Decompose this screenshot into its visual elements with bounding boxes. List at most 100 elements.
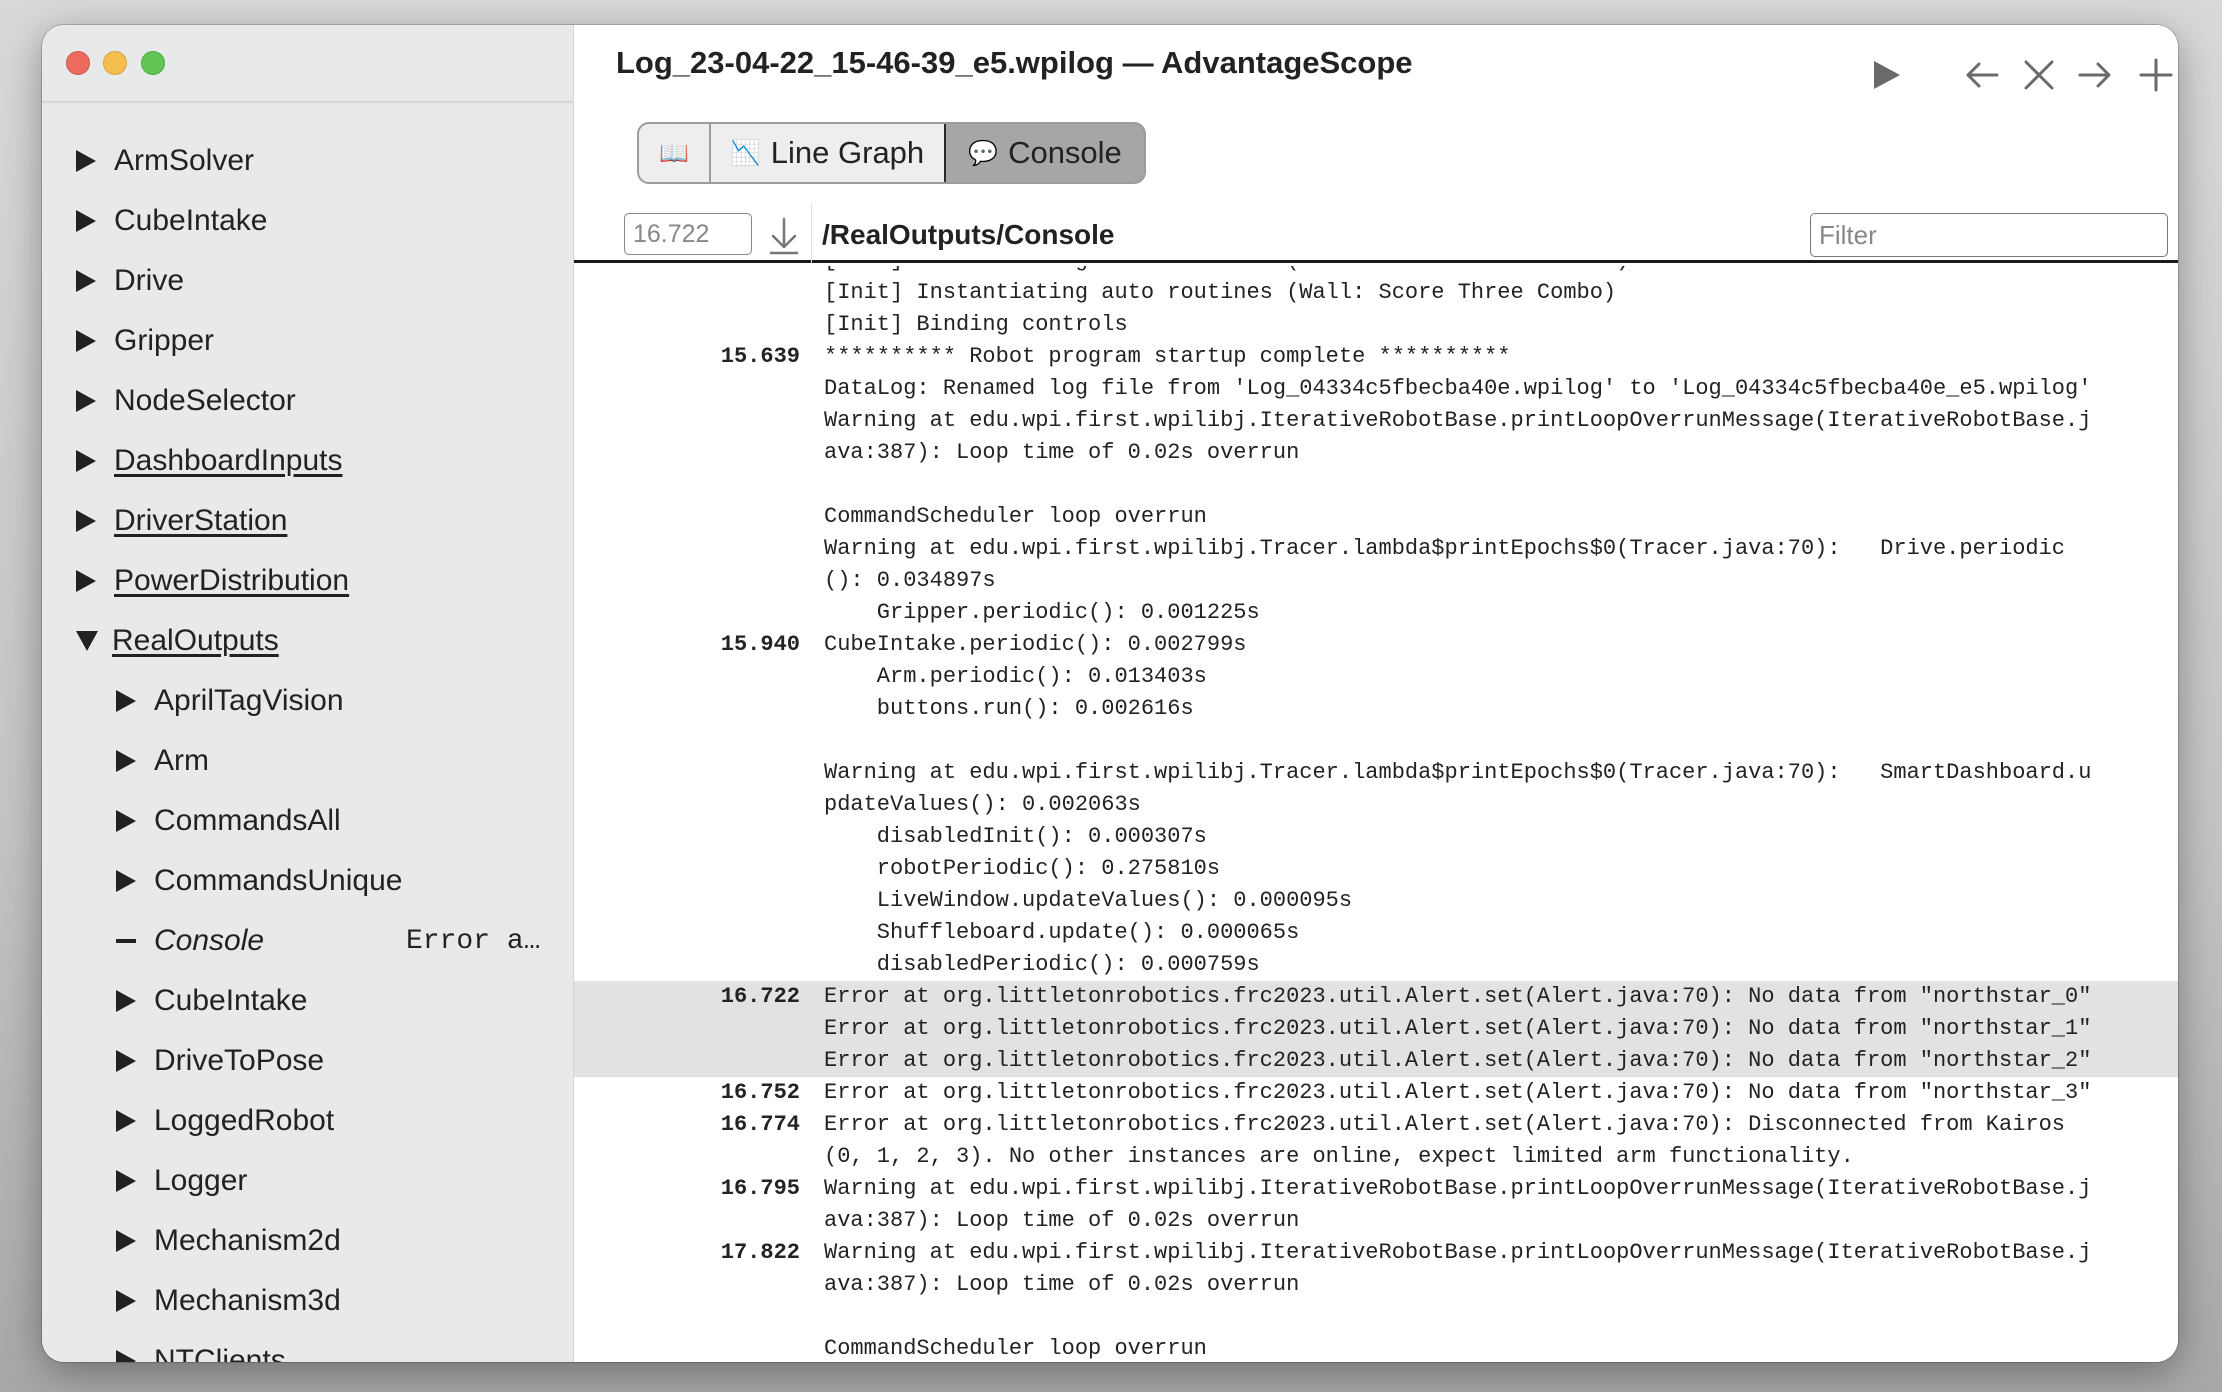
tree-item-label: CommandsAll <box>154 804 341 837</box>
tree-item[interactable]: DriveToPose <box>42 1031 573 1091</box>
log-line: Error at org.littletonrobotics.frc2023.u… <box>824 1016 2092 1041</box>
tree-item[interactable]: Mechanism3d <box>42 1271 573 1331</box>
log-line: Arm.periodic(): 0.013403s <box>824 664 1207 689</box>
caret-right-icon[interactable] <box>116 690 136 712</box>
log-entry[interactable]: 15.639 ********** Robot program startup c… <box>574 341 2178 629</box>
tree-item[interactable]: NodeSelector <box>42 371 573 431</box>
tree-item-label: Arm <box>154 744 209 777</box>
caret-right-icon[interactable] <box>116 1110 136 1132</box>
caret-right-icon[interactable] <box>116 1170 136 1192</box>
tree-item-label: Gripper <box>114 324 215 357</box>
tree-item-label: PowerDistribution <box>114 564 350 597</box>
caret-right-icon[interactable] <box>116 870 136 892</box>
caret-right-icon[interactable] <box>116 990 136 1012</box>
caret-right-icon[interactable] <box>76 510 96 532</box>
caret-down-icon[interactable] <box>76 631 98 651</box>
tree-item[interactable]: CubeIntake <box>42 971 573 1031</box>
tree-item-label: CubeIntake <box>154 984 308 1017</box>
tree-item-label: Mechanism2d <box>154 1224 341 1257</box>
caret-right-icon[interactable] <box>76 390 96 412</box>
log-timestamp: 16.774 <box>720 1112 800 1137</box>
sidebar: ArmSolver CubeIntake Drive Gripper NodeSelec… <box>42 25 574 1362</box>
caret-right-icon[interactable] <box>116 1350 136 1362</box>
add-tab-icon[interactable] <box>2134 53 2178 97</box>
tree-item[interactable]: LoggedRobot <box>42 1091 573 1151</box>
caret-right-icon[interactable] <box>76 150 96 172</box>
caret-right-icon[interactable] <box>76 330 96 352</box>
tree-item[interactable]: CommandsAll <box>42 791 573 851</box>
caret-right-icon[interactable] <box>76 570 96 592</box>
column-divider <box>811 203 812 263</box>
caret-right-icon[interactable] <box>76 450 96 472</box>
line-graph-icon: 📉 <box>730 139 761 167</box>
tree-item[interactable]: Gripper <box>42 311 573 371</box>
tree-item[interactable]: Drive <box>42 251 573 311</box>
tree-item[interactable]: Console Error a… <box>42 911 573 971</box>
log-line: (): 0.034897s <box>824 568 996 593</box>
tree-item-label: CubeIntake <box>114 204 268 237</box>
arrow-right-icon[interactable] <box>2072 53 2116 97</box>
caret-right-icon[interactable] <box>116 1230 136 1252</box>
tree-item[interactable]: Mechanism2d <box>42 1211 573 1271</box>
log-entry[interactable]: 15.940 CubeIntake.periodic(): 0.002799s A… <box>574 629 2178 981</box>
tree-item-label: Mechanism3d <box>154 1284 341 1317</box>
titlebar <box>42 25 573 102</box>
tab-label: Line Graph <box>770 135 925 170</box>
caret-right-icon[interactable] <box>76 210 96 232</box>
tree-item[interactable]: CubeIntake <box>42 191 573 251</box>
filter-input[interactable] <box>1810 213 2168 257</box>
log-line: LiveWindow.updateValues(): 0.000095s <box>824 888 1353 913</box>
caret-right-icon[interactable] <box>116 1050 136 1072</box>
tree-item[interactable]: DriverStation <box>42 491 573 551</box>
tree-item[interactable]: AprilTagVision <box>42 671 573 731</box>
book-icon: 📖 <box>659 139 689 167</box>
log-entry[interactable]: 16.752 Error at org.littletonrobotics.frc… <box>574 1077 2178 1109</box>
log-line: (0, 1, 2, 3). No other instances are onl… <box>824 1144 1854 1169</box>
log-line: Shuffleboard.update(): 0.000065s <box>824 920 1300 945</box>
arrow-left-icon[interactable] <box>1961 53 2005 97</box>
jump-to-latest-icon[interactable] <box>764 213 804 257</box>
tab-console[interactable]: 💬 Console <box>944 124 1144 182</box>
tree-item-label: NodeSelector <box>114 384 296 417</box>
caret-right-icon[interactable] <box>76 270 96 292</box>
tree-item[interactable]: NTClients <box>42 1331 573 1362</box>
log-entry[interactable]: 16.774 Error at org.littletonrobotics.frc… <box>574 1109 2178 1173</box>
caret-right-icon[interactable] <box>116 750 136 772</box>
tree-item[interactable]: CommandsUnique <box>42 851 573 911</box>
log-entry[interactable]: [Init] Instantiating auto routines (Fiel… <box>574 266 2178 341</box>
caret-right-icon[interactable] <box>116 1290 136 1312</box>
caret-right-icon[interactable] <box>116 810 136 832</box>
log-line: CommandScheduler loop overrun <box>824 504 1207 529</box>
log-entry[interactable]: 16.795 Warning at edu.wpi.first.wpilibj.I… <box>574 1173 2178 1237</box>
minimize-window-button[interactable] <box>103 51 127 75</box>
field-path: /RealOutputs/Console <box>822 219 1115 250</box>
close-tab-icon[interactable] <box>2017 53 2061 97</box>
tree-item-label: Drive <box>114 264 185 297</box>
log-line: Gripper.periodic(): 0.001225s <box>824 600 1260 625</box>
close-window-button[interactable] <box>66 51 90 75</box>
tab-line-graph[interactable]: 📉 Line Graph <box>711 124 947 182</box>
log-timestamp: 15.639 <box>720 344 800 369</box>
log-timestamp: 17.822 <box>720 1240 800 1265</box>
zoom-window-button[interactable] <box>141 51 165 75</box>
console-log[interactable]: [Init] Instantiating auto routines (Fiel… <box>574 266 2178 1362</box>
tree-item[interactable]: RealOutputs <box>42 611 573 671</box>
tree-item[interactable]: Logger <box>42 1151 573 1211</box>
tab-label: Console <box>1008 135 1122 170</box>
log-entry[interactable]: 17.822 Warning at edu.wpi.first.wpilibj.I… <box>574 1237 2178 1362</box>
tree-item[interactable]: PowerDistribution <box>42 551 573 611</box>
tab-documentation[interactable]: 📖 <box>639 124 711 182</box>
play-icon[interactable] <box>1864 53 1908 97</box>
tree-item[interactable]: ArmSolver <box>42 131 573 191</box>
log-line: pdateValues(): 0.002063s <box>824 792 1141 817</box>
timestamp-input[interactable] <box>624 213 752 255</box>
tree-item-label: ArmSolver <box>114 144 255 177</box>
tree-item[interactable]: Arm <box>42 731 573 791</box>
log-line: Warning at edu.wpi.first.wpilibj.Tracer.… <box>824 760 2092 785</box>
log-entry[interactable]: 16.722 Error at org.littletonrobotics.frc… <box>574 981 2178 1077</box>
console-toolbar: /RealOutputs/Console <box>574 203 2178 263</box>
tree-item-label: CommandsUnique <box>154 864 403 897</box>
tree-item[interactable]: DashboardInputs <box>42 431 573 491</box>
